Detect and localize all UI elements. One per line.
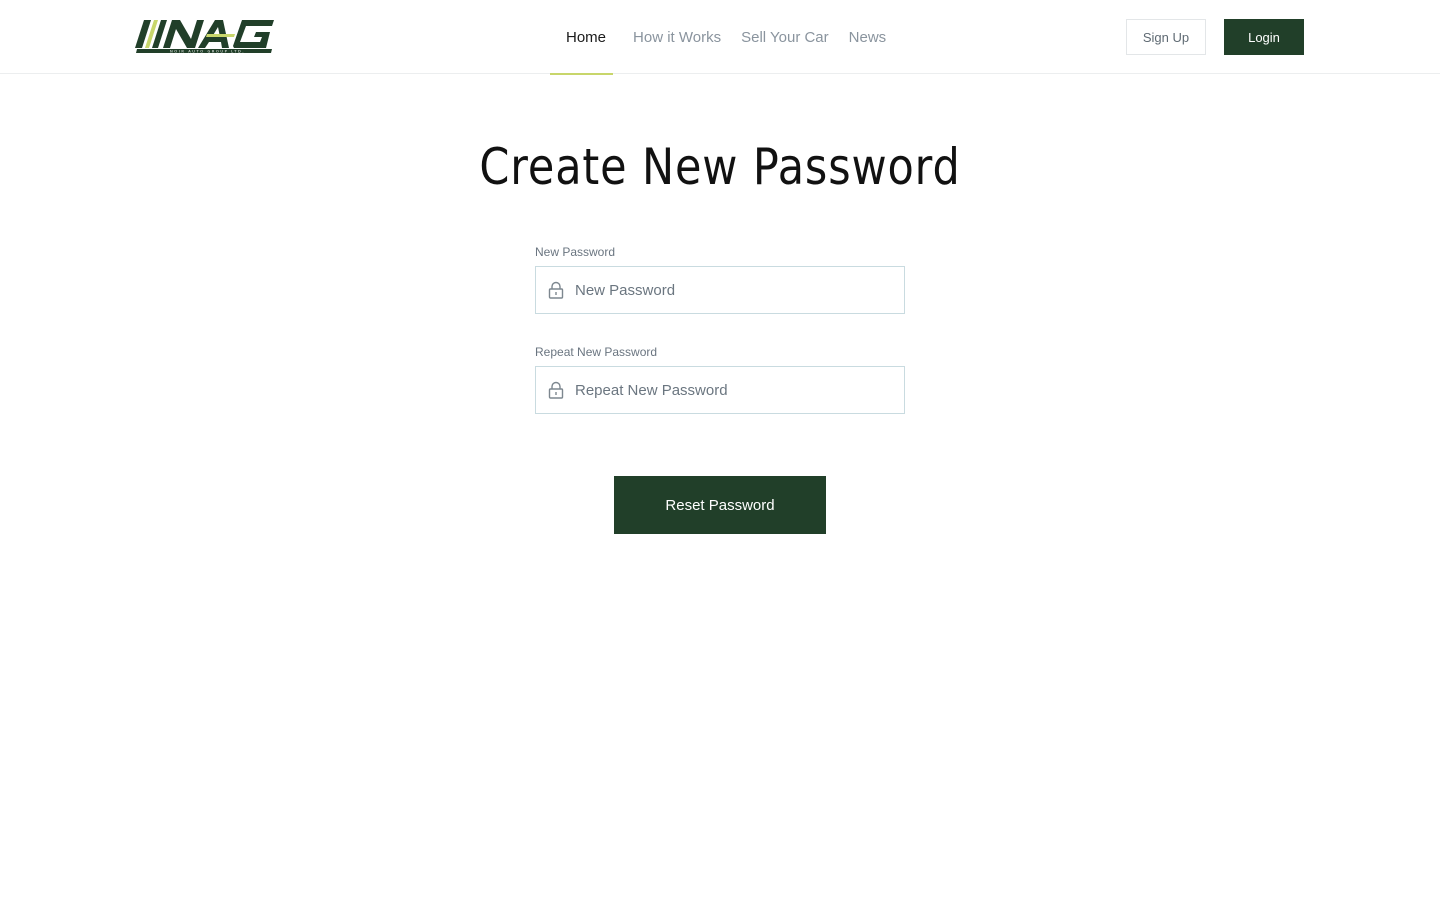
reset-password-form: New Password Repeat New Password: [535, 245, 905, 414]
site-header: NOIR AUTO GROUP LTD. NAG NOIR AUTO GROUP…: [0, 0, 1440, 75]
page-title: Create New Password: [479, 138, 961, 196]
site-logo[interactable]: NOIR AUTO GROUP LTD. NAG NOIR AUTO GROUP…: [134, 18, 276, 54]
new-password-label: New Password: [535, 245, 616, 259]
nav-item-sell-your-car[interactable]: Sell Your Car: [741, 0, 829, 74]
new-password-field[interactable]: [535, 266, 905, 314]
sign-up-button[interactable]: Sign Up: [1126, 19, 1206, 55]
nag-logo-icon: NOIR AUTO GROUP LTD.: [135, 20, 274, 53]
logo-subtext: NOIR AUTO GROUP LTD.: [134, 54, 135, 55]
repeat-password-field[interactable]: [535, 366, 905, 414]
lock-icon: [548, 381, 564, 399]
logo-text: NAG: [134, 54, 135, 55]
svg-text:NOIR AUTO GROUP LTD.: NOIR AUTO GROUP LTD.: [170, 49, 245, 53]
reset-password-button[interactable]: Reset Password: [614, 476, 826, 534]
repeat-password-label: Repeat New Password: [535, 345, 658, 359]
nav-item-home[interactable]: Home: [550, 0, 614, 75]
nav-item-news[interactable]: News: [849, 0, 887, 74]
main-nav: Home How it Works Sell Your Car News: [550, 0, 887, 75]
new-password-input[interactable]: [575, 267, 900, 313]
nav-item-how-it-works[interactable]: How it Works: [633, 0, 721, 74]
lock-icon: [548, 281, 564, 299]
login-button[interactable]: Login: [1224, 19, 1304, 55]
repeat-password-input[interactable]: [575, 367, 900, 413]
